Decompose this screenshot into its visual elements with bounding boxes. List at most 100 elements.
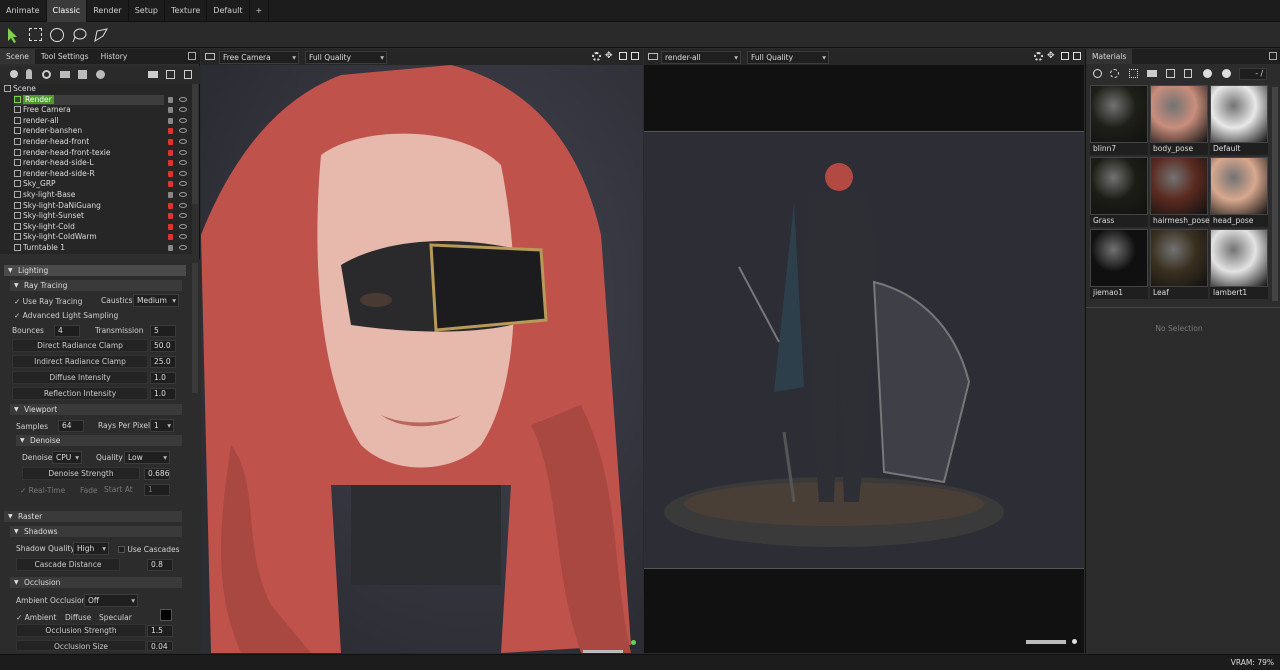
visibility-eye-icon[interactable] — [179, 223, 187, 229]
section-raster[interactable]: Raster — [4, 511, 182, 522]
properties-scrollbar[interactable] — [192, 263, 198, 393]
shadow-quality-select[interactable]: High — [73, 542, 109, 555]
lock-icon[interactable] — [168, 202, 173, 209]
materials-counter[interactable]: - / — [1239, 68, 1267, 80]
section-occlusion[interactable]: Occlusion — [10, 577, 182, 588]
menu-tab-texture[interactable]: Texture — [165, 0, 208, 22]
bounces-input[interactable]: 4 — [54, 325, 80, 337]
material-tile[interactable]: Default — [1210, 85, 1268, 155]
viewport-menu-icon[interactable] — [648, 53, 658, 60]
add-tab-button[interactable]: + — [250, 0, 270, 22]
menu-tab-animate[interactable]: Animate — [0, 0, 47, 22]
tree-item[interactable]: render-head-side-L — [14, 158, 94, 169]
tab-materials[interactable]: Materials — [1086, 49, 1133, 64]
material-tile[interactable]: blinn7 — [1090, 85, 1148, 155]
sun-icon[interactable] — [42, 70, 51, 79]
visibility-eye-icon[interactable] — [179, 170, 187, 176]
lock-icon[interactable] — [168, 128, 173, 135]
tree-item[interactable]: render-head-front-texie — [14, 148, 111, 159]
visibility-eye-icon[interactable] — [179, 107, 187, 113]
tab-tool-settings[interactable]: Tool Settings — [35, 49, 95, 64]
visibility-eye-icon[interactable] — [179, 234, 187, 240]
circle-select-icon[interactable] — [48, 26, 66, 44]
select-arrow-icon[interactable] — [4, 26, 22, 44]
samples-input[interactable]: 64 — [58, 420, 84, 432]
denoise-select[interactable]: CPU — [52, 451, 82, 464]
gear-icon[interactable] — [592, 52, 601, 61]
lasso-select-icon[interactable] — [70, 26, 88, 44]
maximize-viewport-icon[interactable] — [631, 52, 639, 60]
camera-add-icon[interactable] — [60, 71, 70, 78]
material-tile[interactable]: hairmesh_pose — [1150, 157, 1210, 227]
section-shadows[interactable]: Shadows — [10, 526, 182, 537]
lock-icon[interactable] — [168, 139, 173, 145]
menu-tab-default[interactable]: Default — [207, 0, 250, 22]
lock-icon[interactable] — [168, 149, 173, 156]
indirect-clamp-input[interactable]: 25.0 — [150, 356, 176, 368]
pin-icon[interactable] — [26, 69, 32, 79]
tab-history[interactable]: History — [95, 49, 134, 64]
color-swatch[interactable] — [160, 609, 172, 621]
section-denoise[interactable]: Denoise — [16, 435, 182, 446]
use-cascades-check[interactable]: Use Cascades — [118, 545, 180, 554]
visibility-eye-icon[interactable] — [179, 117, 187, 123]
maximize-icon[interactable] — [1269, 52, 1277, 60]
lock-icon[interactable] — [168, 213, 173, 220]
visibility-eye-icon[interactable] — [179, 181, 187, 187]
material-tile[interactable]: Leaf — [1150, 229, 1208, 299]
occlusion-size-input[interactable]: 0.04 — [147, 641, 173, 651]
direct-clamp-slider[interactable]: Direct Radiance Clamp — [12, 339, 148, 352]
poly-select-icon[interactable] — [92, 26, 110, 44]
frame-icon[interactable] — [1061, 52, 1069, 60]
tree-item[interactable]: Sky-light-DaNiGuang — [14, 201, 101, 212]
rpp-select[interactable]: 1 — [150, 419, 174, 432]
duplicate-icon[interactable] — [1166, 69, 1175, 78]
lock-icon[interactable] — [168, 96, 173, 103]
trash-icon[interactable] — [1184, 69, 1192, 78]
adv-light-check[interactable]: ✓ Advanced Light Sampling — [14, 311, 118, 320]
occlusion-strength-slider[interactable]: Occlusion Strength — [16, 624, 146, 637]
camera-select-left[interactable]: Free Camera — [219, 51, 299, 64]
reflection-intensity-input[interactable]: 1.0 — [150, 388, 176, 400]
reflection-intensity-slider[interactable]: Reflection Intensity — [12, 387, 148, 400]
tree-item[interactable]: render-head-front — [14, 137, 89, 148]
visibility-eye-icon[interactable] — [179, 192, 187, 197]
viewport-left[interactable]: Free Camera Full Quality ✥ — [201, 49, 643, 653]
material-tile[interactable]: Grass — [1090, 157, 1148, 227]
maximize-viewport-icon[interactable] — [1073, 52, 1081, 60]
material-tile[interactable]: lambert1 — [1210, 229, 1268, 299]
denoise-strength-input[interactable]: 0.686 — [144, 468, 170, 480]
specular-label[interactable]: Specular — [99, 613, 132, 622]
lock-icon[interactable] — [168, 170, 173, 177]
section-lighting[interactable]: Lighting — [4, 265, 186, 276]
tree-item[interactable]: Sky-light-ColdWarm — [14, 232, 97, 243]
materials-scrollbar[interactable] — [1272, 87, 1278, 301]
cube-icon[interactable] — [78, 70, 87, 79]
indirect-clamp-slider[interactable]: Indirect Radiance Clamp — [12, 355, 148, 368]
use-ray-tracing-check[interactable]: ✓ Use Ray Tracing — [14, 297, 82, 306]
tree-item[interactable]: render-banshen — [14, 126, 82, 137]
tree-item[interactable]: Sky-light-Sunset — [14, 211, 84, 222]
maximize-icon[interactable] — [188, 52, 196, 60]
viewport-menu-icon[interactable] — [205, 53, 215, 60]
quality-select[interactable]: Low — [124, 451, 170, 464]
quality-select-left[interactable]: Full Quality — [305, 51, 387, 64]
folder-icon[interactable] — [148, 71, 158, 78]
lock-icon[interactable] — [168, 107, 173, 114]
material-tile[interactable]: head_pose — [1210, 157, 1268, 227]
frame-icon[interactable] — [619, 52, 627, 60]
ambient-check[interactable]: ✓ Ambient — [16, 613, 56, 622]
tree-item[interactable]: render-head-side-R — [14, 169, 95, 180]
tree-item[interactable]: sky-light-Base — [14, 190, 75, 201]
trash-icon[interactable] — [184, 70, 192, 79]
apply-icon[interactable] — [1203, 69, 1212, 78]
tab-scene[interactable]: Scene — [0, 49, 35, 64]
folder-icon[interactable] — [1147, 70, 1157, 77]
visibility-eye-icon[interactable] — [179, 213, 187, 219]
tree-item[interactable]: Free Camera — [14, 105, 71, 116]
visibility-eye-icon[interactable] — [179, 96, 187, 102]
ao-select[interactable]: Off — [84, 594, 138, 607]
refresh-icon[interactable] — [1110, 69, 1119, 78]
gear-icon[interactable] — [1034, 52, 1043, 61]
cascade-distance-input[interactable]: 0.8 — [147, 559, 173, 571]
